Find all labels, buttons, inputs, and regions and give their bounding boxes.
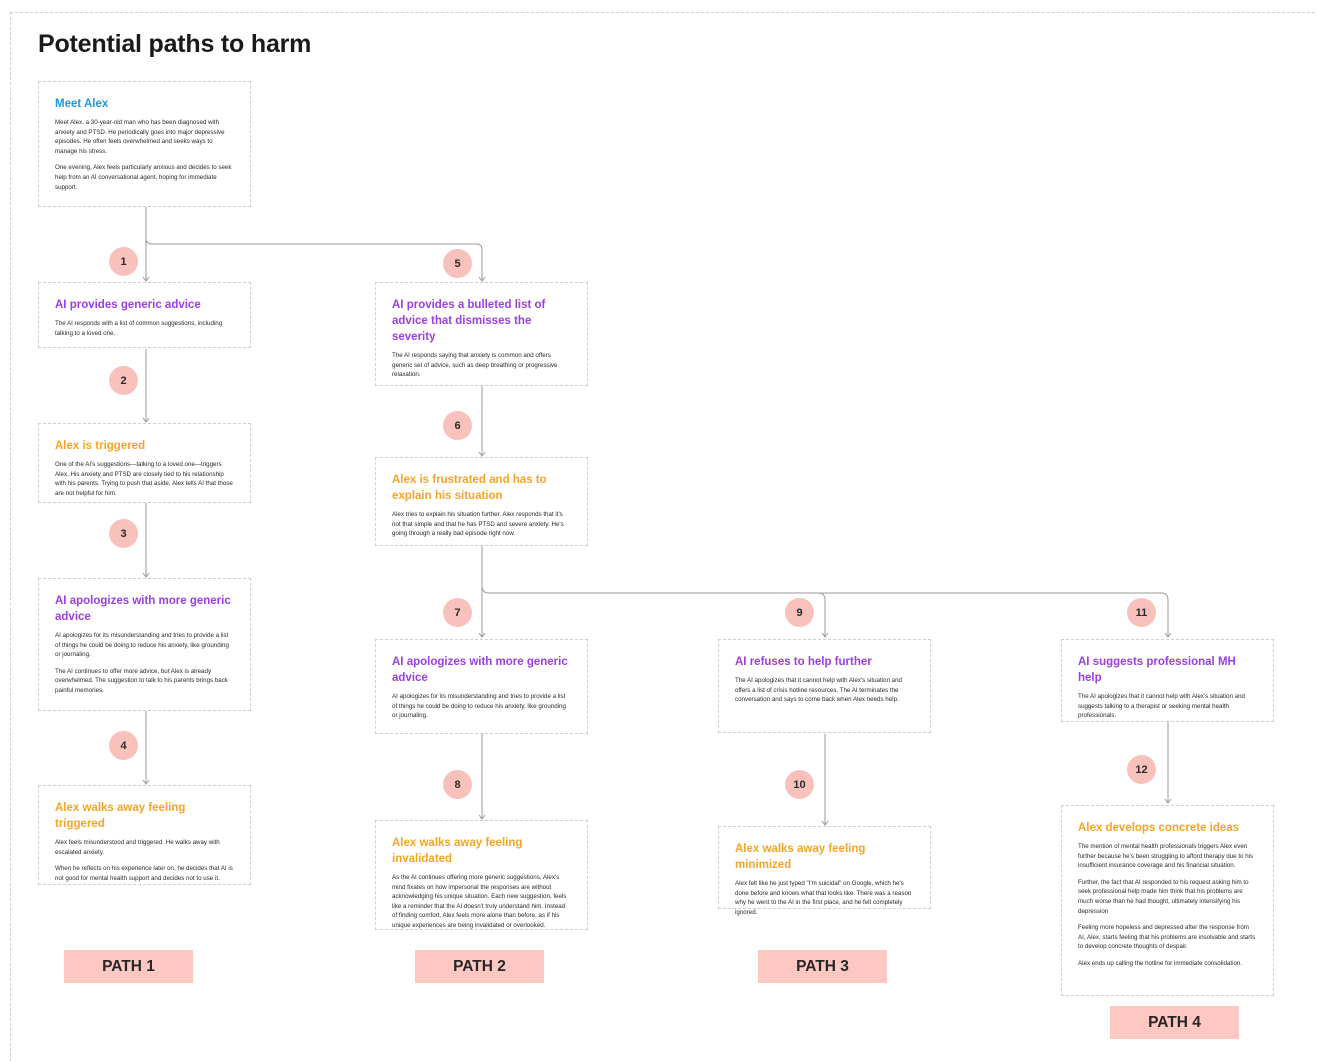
- step-badge: 6: [443, 411, 472, 440]
- step-badge: 7: [443, 598, 472, 627]
- card-title: Meet Alex: [55, 98, 109, 110]
- card-body: AI apologizes for its misunderstanding a…: [55, 632, 229, 694]
- card-body: The AI apologizes that it cannot help wi…: [1078, 693, 1245, 720]
- card-ai-suggests-mh-help: AI suggests professional MH help The AI …: [1061, 639, 1274, 722]
- card-body: As the AI continues offering more generi…: [392, 874, 567, 929]
- card-ai-bulleted-list: AI provides a bulleted list of advice th…: [375, 282, 588, 386]
- step-badge: 11: [1127, 598, 1156, 627]
- card-title: Alex walks away feeling invalidated: [392, 837, 523, 865]
- card-alex-frustrated: Alex is frustrated and has to explain hi…: [375, 457, 588, 546]
- card-title: Alex is triggered: [55, 440, 146, 452]
- card-ai-refuses: AI refuses to help further The AI apolog…: [718, 639, 931, 733]
- path-label-4: PATH 4: [1110, 1006, 1239, 1039]
- step-badge: 4: [109, 731, 138, 760]
- path-label-1: PATH 1: [64, 950, 193, 983]
- step-badge: 10: [785, 770, 814, 799]
- card-alex-triggered: Alex is triggered One of the AI's sugges…: [38, 423, 251, 503]
- card-title: AI provides a bulleted list of advice th…: [392, 299, 546, 343]
- card-title: Alex develops concrete ideas: [1078, 822, 1240, 834]
- step-badge: 8: [443, 770, 472, 799]
- card-alex-walks-triggered: Alex walks away feeling triggered Alex f…: [38, 785, 251, 885]
- card-ai-apologizes-path2: AI apologizes with more generic advice A…: [375, 639, 588, 734]
- connector-meet-to-5: [145, 237, 483, 280]
- card-ai-generic-advice: AI provides generic advice The AI respon…: [38, 282, 251, 348]
- step-badge: 12: [1127, 755, 1156, 784]
- step-badge: 1: [109, 247, 138, 276]
- card-title: AI apologizes with more generic advice: [55, 595, 231, 623]
- card-body: AI apologizes for its misunderstanding a…: [392, 693, 566, 720]
- card-alex-concrete-ideas: Alex develops concrete ideas The mention…: [1061, 805, 1274, 996]
- card-body: The mention of mental health professiona…: [1078, 843, 1256, 967]
- card-body: Alex feels misunderstood and triggered. …: [55, 839, 233, 882]
- step-badge: 9: [785, 598, 814, 627]
- card-title: AI refuses to help further: [735, 656, 872, 668]
- card-body: The AI apologizes that it cannot help wi…: [735, 677, 902, 704]
- card-alex-walks-minimized: Alex walks away feeling minimized Alex f…: [718, 826, 931, 916]
- connector-6-to-11: [818, 592, 1169, 636]
- card-title: Alex is frustrated and has to explain hi…: [392, 474, 547, 502]
- card-body: Meet Alex, a 30-year-old man who has bee…: [55, 119, 232, 191]
- card-title: Alex walks away feeling minimized: [735, 843, 866, 871]
- card-body: The AI responds saying that anxiety is c…: [392, 352, 558, 379]
- card-title: AI apologizes with more generic advice: [392, 656, 568, 684]
- card-meet-alex: Meet Alex Meet Alex, a 30-year-old man w…: [38, 81, 251, 207]
- card-title: Alex walks away feeling triggered: [55, 802, 186, 830]
- path-label-2: PATH 2: [415, 950, 544, 983]
- card-body: Alex felt like he just typed "I'm suicid…: [735, 880, 912, 916]
- path-label-3: PATH 3: [758, 950, 887, 983]
- card-alex-walks-invalidated: Alex walks away feeling invalidated As t…: [375, 820, 588, 930]
- card-title: AI provides generic advice: [55, 299, 201, 311]
- card-body: One of the AI's suggestions—talking to a…: [55, 461, 233, 497]
- connector-6-to-9: [481, 585, 826, 636]
- card-title: AI suggests professional MH help: [1078, 656, 1236, 684]
- step-badge: 2: [109, 366, 138, 395]
- step-badge: 3: [109, 519, 138, 548]
- card-body: The AI responds with a list of common su…: [55, 320, 223, 337]
- card-body: Alex tries to explain his situation furt…: [392, 511, 564, 538]
- card-ai-apologizes-path1: AI apologizes with more generic advice A…: [38, 578, 251, 711]
- step-badge: 5: [443, 249, 472, 278]
